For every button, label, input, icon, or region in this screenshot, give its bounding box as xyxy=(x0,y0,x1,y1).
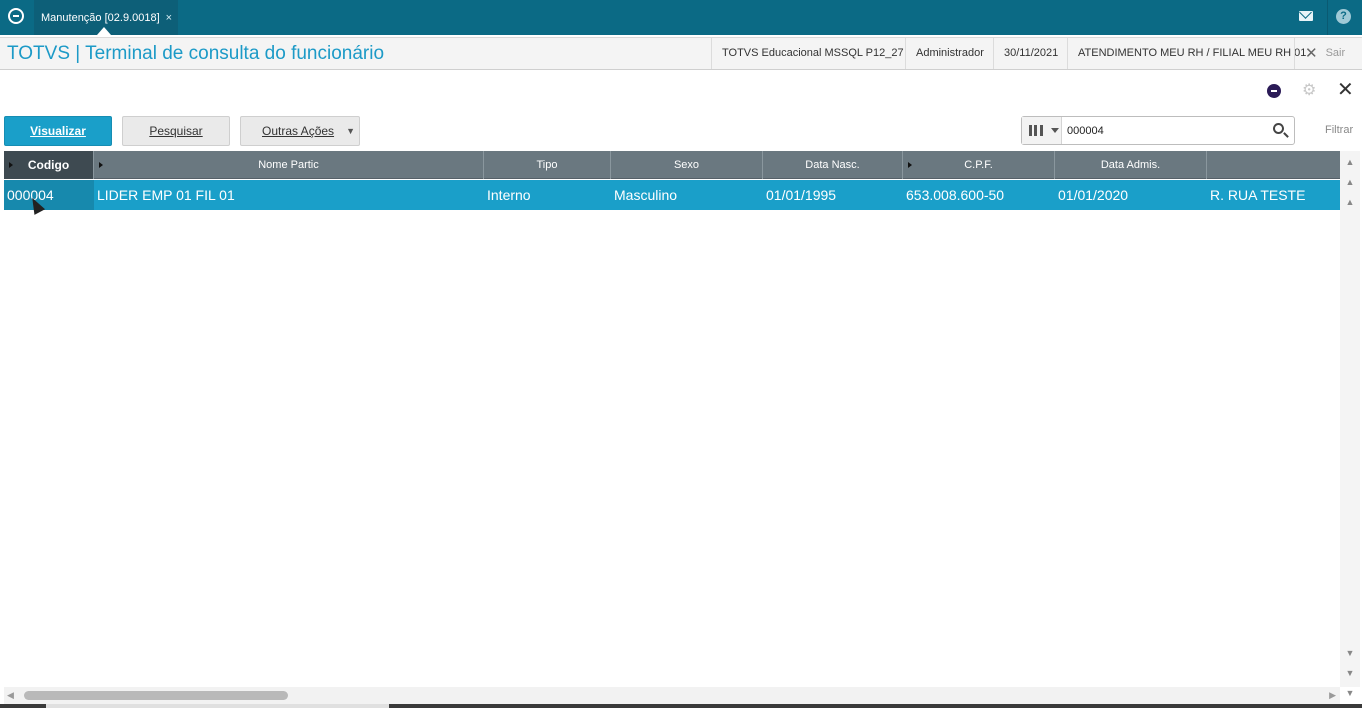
pesquisar-button[interactable]: Pesquisar xyxy=(122,116,230,146)
environment-label: TOTVS Educacional MSSQL P12_27 xyxy=(711,38,914,69)
exit-button[interactable]: ✕ Sair xyxy=(1294,38,1345,69)
top-tab-bar: Manutenção [02.9.0018] × ? xyxy=(0,0,1362,35)
scroll-right-icon[interactable]: ▶ xyxy=(1329,690,1336,701)
search-input[interactable] xyxy=(1067,117,1262,144)
exit-label: Sair xyxy=(1325,47,1346,59)
dropdown-arrow-icon: ▼ xyxy=(346,126,355,136)
cell-endereco: R. RUA TESTE xyxy=(1210,187,1306,203)
vertical-scrollbar[interactable]: ▲ ▲ ▲ ▼ ▼ ▼ xyxy=(1340,151,1360,698)
scroll-page-up-icon[interactable]: ▲ xyxy=(1344,176,1356,188)
column-header-data-admis[interactable]: Data Admis. xyxy=(1055,151,1207,179)
scroll-top-icon[interactable]: ▲ xyxy=(1344,156,1356,168)
cell-data-admis: 01/01/2020 xyxy=(1058,187,1129,203)
app-logo-icon[interactable] xyxy=(8,8,24,24)
column-header-sexo[interactable]: Sexo xyxy=(611,151,763,179)
cell-data-nasc: 01/01/1995 xyxy=(766,187,837,203)
sort-marker-icon xyxy=(9,162,13,168)
column-header-tipo[interactable]: Tipo xyxy=(484,151,611,179)
cell-codigo: 000004 xyxy=(4,180,94,210)
column-header-cpf[interactable]: C.P.F. xyxy=(903,151,1055,179)
search-box xyxy=(1021,116,1295,145)
search-icon[interactable] xyxy=(1273,123,1284,134)
column-header-codigo[interactable]: Codigo xyxy=(4,151,94,179)
branch-label: ATENDIMENTO MEU RH / FILIAL MEU RH 01 xyxy=(1067,38,1316,69)
pesquisar-label: Pesquisar xyxy=(149,124,203,138)
scroll-up-icon[interactable]: ▲ xyxy=(1344,196,1356,208)
totvs-assistant-icon[interactable] xyxy=(1267,84,1281,98)
cell-nome: LIDER EMP 01 FIL 01 xyxy=(97,187,235,203)
cell-sexo: Masculino xyxy=(614,187,678,203)
date-label: 30/11/2021 xyxy=(993,38,1068,69)
cell-tipo: Interno xyxy=(487,187,531,203)
filtrar-link[interactable]: Filtrar xyxy=(1325,124,1353,136)
chevron-down-icon xyxy=(1051,128,1059,133)
visualizar-button[interactable]: Visualizar xyxy=(4,116,112,146)
taskbar-segment xyxy=(46,704,389,708)
outras-acoes-button[interactable]: Outras Ações ▼ xyxy=(240,116,360,146)
horizontal-scroll-thumb[interactable] xyxy=(24,691,288,700)
exit-icon: ✕ xyxy=(1305,45,1318,62)
column-header-data-nasc[interactable]: Data Nasc. xyxy=(763,151,903,179)
cell-cpf: 653.008.600-50 xyxy=(906,187,1005,203)
page-header: TOTVS | Terminal de consulta do funcioná… xyxy=(0,37,1362,70)
horizontal-scrollbar[interactable]: ◀ ▶ xyxy=(4,687,1340,704)
sort-marker-icon xyxy=(99,162,103,168)
taskbar-strip xyxy=(0,704,1362,708)
active-tab-indicator xyxy=(97,27,111,35)
scroll-down-icon[interactable]: ▼ xyxy=(1344,647,1356,659)
outras-acoes-label: Outras Ações xyxy=(262,124,335,138)
tab-close-icon[interactable]: × xyxy=(166,2,172,34)
scroll-page-down-icon[interactable]: ▼ xyxy=(1344,667,1356,679)
table-row[interactable]: 000004 LIDER EMP 01 FIL 01 Interno Mascu… xyxy=(4,180,1340,210)
column-header-nome[interactable]: Nome Partic xyxy=(94,151,484,179)
grid-header: Codigo Nome Partic Tipo Sexo Data Nasc. … xyxy=(4,151,1340,179)
scroll-left-icon[interactable]: ◀ xyxy=(7,690,14,701)
close-icon[interactable]: ✕ xyxy=(1337,80,1354,100)
scroll-bottom-icon[interactable]: ▼ xyxy=(1344,687,1356,699)
mail-icon[interactable] xyxy=(1299,11,1313,21)
topbar-divider xyxy=(1327,0,1328,35)
help-icon[interactable]: ? xyxy=(1336,9,1351,24)
columns-icon xyxy=(1029,125,1043,136)
data-grid: Codigo Nome Partic Tipo Sexo Data Nasc. … xyxy=(4,151,1340,687)
column-selector[interactable] xyxy=(1022,117,1062,144)
page-title: TOTVS | Terminal de consulta do funcioná… xyxy=(7,43,385,64)
column-header-endereco[interactable] xyxy=(1207,151,1340,179)
sort-marker-icon xyxy=(908,162,912,168)
user-label: Administrador xyxy=(905,38,994,69)
gear-icon[interactable]: ⚙ xyxy=(1302,83,1316,99)
